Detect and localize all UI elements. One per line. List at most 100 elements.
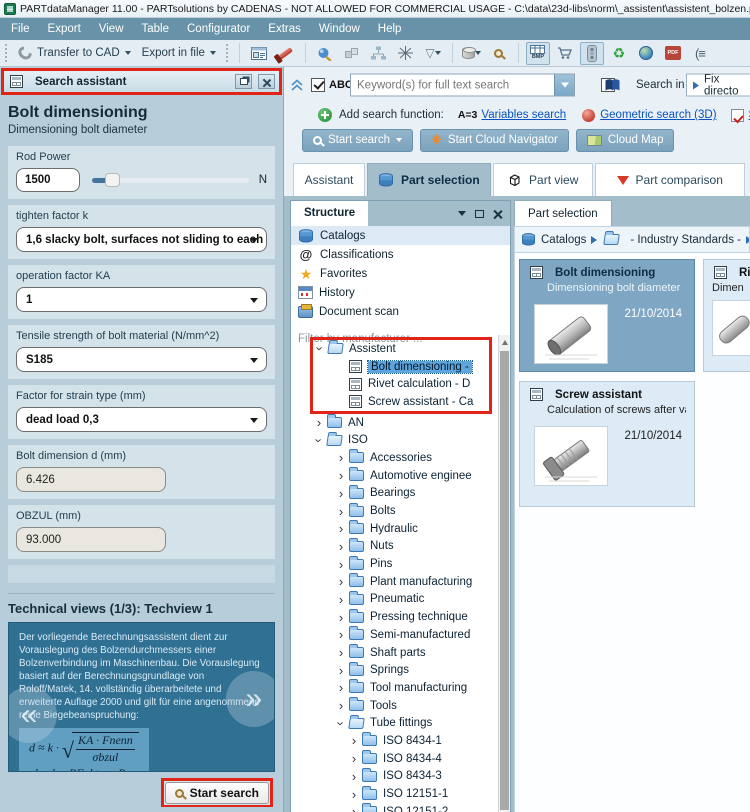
menu-item[interactable]: File	[2, 18, 39, 40]
toolbar-grip[interactable]	[225, 44, 229, 62]
geometric-search-link[interactable]: Geometric search (3D)	[600, 109, 716, 121]
tree-item[interactable]: › ISO 12151-1	[291, 785, 498, 803]
tree-item[interactable]: › Bearings	[291, 484, 498, 503]
expander-icon[interactable]: ›	[335, 681, 347, 694]
expander-icon[interactable]: ›	[335, 628, 347, 641]
expander-icon[interactable]: ›	[335, 505, 347, 518]
expander-icon[interactable]: ›	[335, 575, 347, 588]
expander-icon[interactable]: ›	[312, 434, 327, 446]
pdf-export-button[interactable]: PDF	[661, 42, 685, 65]
panel-menu-icon[interactable]	[458, 211, 466, 216]
card-bolt-dimensioning[interactable]: Bolt dimensioning Dimensioning bolt diam…	[519, 259, 695, 372]
expander-icon[interactable]: ›	[335, 646, 347, 659]
tab-part-comparison[interactable]: Part comparison	[594, 163, 745, 196]
overflow-menu-button[interactable]: (≡	[688, 42, 712, 65]
tree-item[interactable]: › ISO 12151-2	[291, 803, 498, 812]
sidebar-item-favorites[interactable]: ★ Favorites	[291, 264, 510, 283]
tree-item[interactable]: › Bolts	[291, 502, 498, 520]
tree-item[interactable]: Screw assistant - Ca	[313, 393, 489, 411]
collapse-search-icon[interactable]	[290, 78, 305, 92]
tree-item[interactable]: › ISO	[291, 431, 498, 449]
cloud-map-button[interactable]: Cloud Map	[575, 128, 675, 152]
bmp-export-button[interactable]: BMP	[525, 41, 550, 65]
tab-part-selection[interactable]: Part selection	[367, 163, 491, 196]
expander-icon[interactable]: ›	[335, 487, 347, 500]
expander-icon[interactable]: ›	[348, 734, 360, 747]
tree-item[interactable]: › Semi-manufactured	[291, 626, 498, 644]
triangle-tool-button[interactable]: ▽	[421, 42, 445, 65]
maximize-icon[interactable]	[475, 209, 484, 218]
expander-icon[interactable]: ›	[335, 522, 347, 535]
fix-directories-button[interactable]: Fix directo	[686, 73, 750, 97]
structure-view-button[interactable]	[367, 42, 391, 65]
expander-icon[interactable]: ›	[335, 611, 347, 624]
expander-icon[interactable]: ›	[313, 343, 328, 355]
tree-item[interactable]: › ISO 8434-1	[291, 732, 498, 750]
expander-icon[interactable]: ›	[335, 469, 347, 482]
sidebar-item-catalogs[interactable]: Catalogs	[291, 226, 510, 245]
expander-icon[interactable]: ›	[335, 558, 347, 571]
price-search-button[interactable]	[487, 42, 511, 65]
update-button[interactable]: ♻	[607, 42, 631, 65]
rod-power-slider[interactable]	[92, 172, 249, 187]
expander-icon[interactable]: ›	[335, 593, 347, 606]
variables-search-link[interactable]: Variables search	[481, 109, 566, 121]
keyword-search-input[interactable]	[351, 74, 554, 96]
add-plus-icon[interactable]	[318, 108, 332, 122]
tab-assistant[interactable]: Assistant	[293, 163, 365, 196]
sidebar-item-history[interactable]: History	[291, 283, 510, 302]
rod-power-input[interactable]	[16, 168, 80, 192]
tensile-strength-select[interactable]: S185	[16, 347, 267, 372]
tree-item[interactable]: › Springs	[291, 661, 498, 679]
analysis-wand-button[interactable]	[394, 42, 418, 65]
tree-item[interactable]: › Shaft parts	[291, 644, 498, 662]
tree-item[interactable]: › Pressing technique	[291, 608, 498, 626]
operation-factor-select[interactable]: 1	[16, 287, 267, 312]
assembly-button[interactable]	[340, 42, 364, 65]
tree-item[interactable]: › Assistent	[313, 340, 489, 358]
start-search-dropdown-button[interactable]: Start search	[302, 128, 413, 152]
tree-item[interactable]: › ISO 8434-3	[291, 767, 498, 786]
tree-item[interactable]: › Plant manufacturing	[291, 573, 498, 591]
tab-part-view[interactable]: Part view	[492, 163, 593, 196]
close-panel-button[interactable]	[258, 74, 275, 89]
menu-item[interactable]: Help	[369, 18, 411, 40]
scroll-up-button[interactable]	[499, 335, 510, 350]
float-panel-button[interactable]	[235, 74, 252, 89]
expander-icon[interactable]: ›	[348, 752, 360, 765]
bolt-part-button[interactable]	[274, 42, 298, 65]
tree-item[interactable]: › Tube fittings	[291, 714, 498, 732]
close-icon[interactable]	[493, 209, 502, 218]
tree-item[interactable]: › Pneumatic	[291, 590, 498, 609]
part-state-button[interactable]	[579, 41, 604, 65]
expander-icon[interactable]: ›	[335, 664, 347, 677]
expander-icon[interactable]: ›	[348, 770, 360, 783]
breadcrumb-item[interactable]: - Industry Standards -	[630, 234, 741, 246]
menu-item[interactable]: Export	[39, 18, 90, 40]
tree-item[interactable]: › ISO 8434-4	[291, 750, 498, 768]
raw-material-button[interactable]	[460, 42, 484, 65]
transfer-to-cad-button[interactable]: Transfer to CAD	[14, 43, 135, 63]
tighten-factor-select[interactable]: 1,6 slacky bolt, surfaces not sliding to…	[16, 227, 267, 252]
tree-item[interactable]: › Accessories	[291, 449, 498, 467]
menu-item[interactable]: Table	[133, 18, 179, 40]
tree-item[interactable]: › Nuts	[291, 537, 498, 556]
export-in-file-button[interactable]: Export in file	[138, 45, 220, 61]
toolbar-grip[interactable]	[5, 44, 8, 62]
tree-scrollbar[interactable]	[498, 335, 510, 812]
expander-icon[interactable]: ›	[348, 788, 360, 801]
techview-next-button[interactable]: »	[226, 671, 274, 727]
start-cloud-navigator-button[interactable]: ✳ Start Cloud Navigator	[420, 128, 569, 152]
breadcrumb-item[interactable]: Catalogs	[541, 234, 586, 246]
strain-factor-select[interactable]: dead load 0,3	[16, 407, 267, 432]
tree-item[interactable]: Rivet calculation - D	[313, 375, 489, 393]
expander-icon[interactable]: ›	[335, 699, 347, 712]
scrollbar-thumb[interactable]	[500, 351, 509, 810]
geometric-search-button[interactable]	[313, 42, 337, 65]
shopping-cart-button[interactable]	[553, 42, 577, 65]
sidebar-item-document-scan[interactable]: Document scan	[291, 302, 510, 321]
sidebar-item-classifications[interactable]: @ Classifications	[291, 245, 510, 264]
search-assistant-header[interactable]: Search assistant	[1, 68, 282, 95]
expander-icon[interactable]: ›	[348, 805, 360, 812]
menu-item[interactable]: Extras	[259, 18, 310, 40]
